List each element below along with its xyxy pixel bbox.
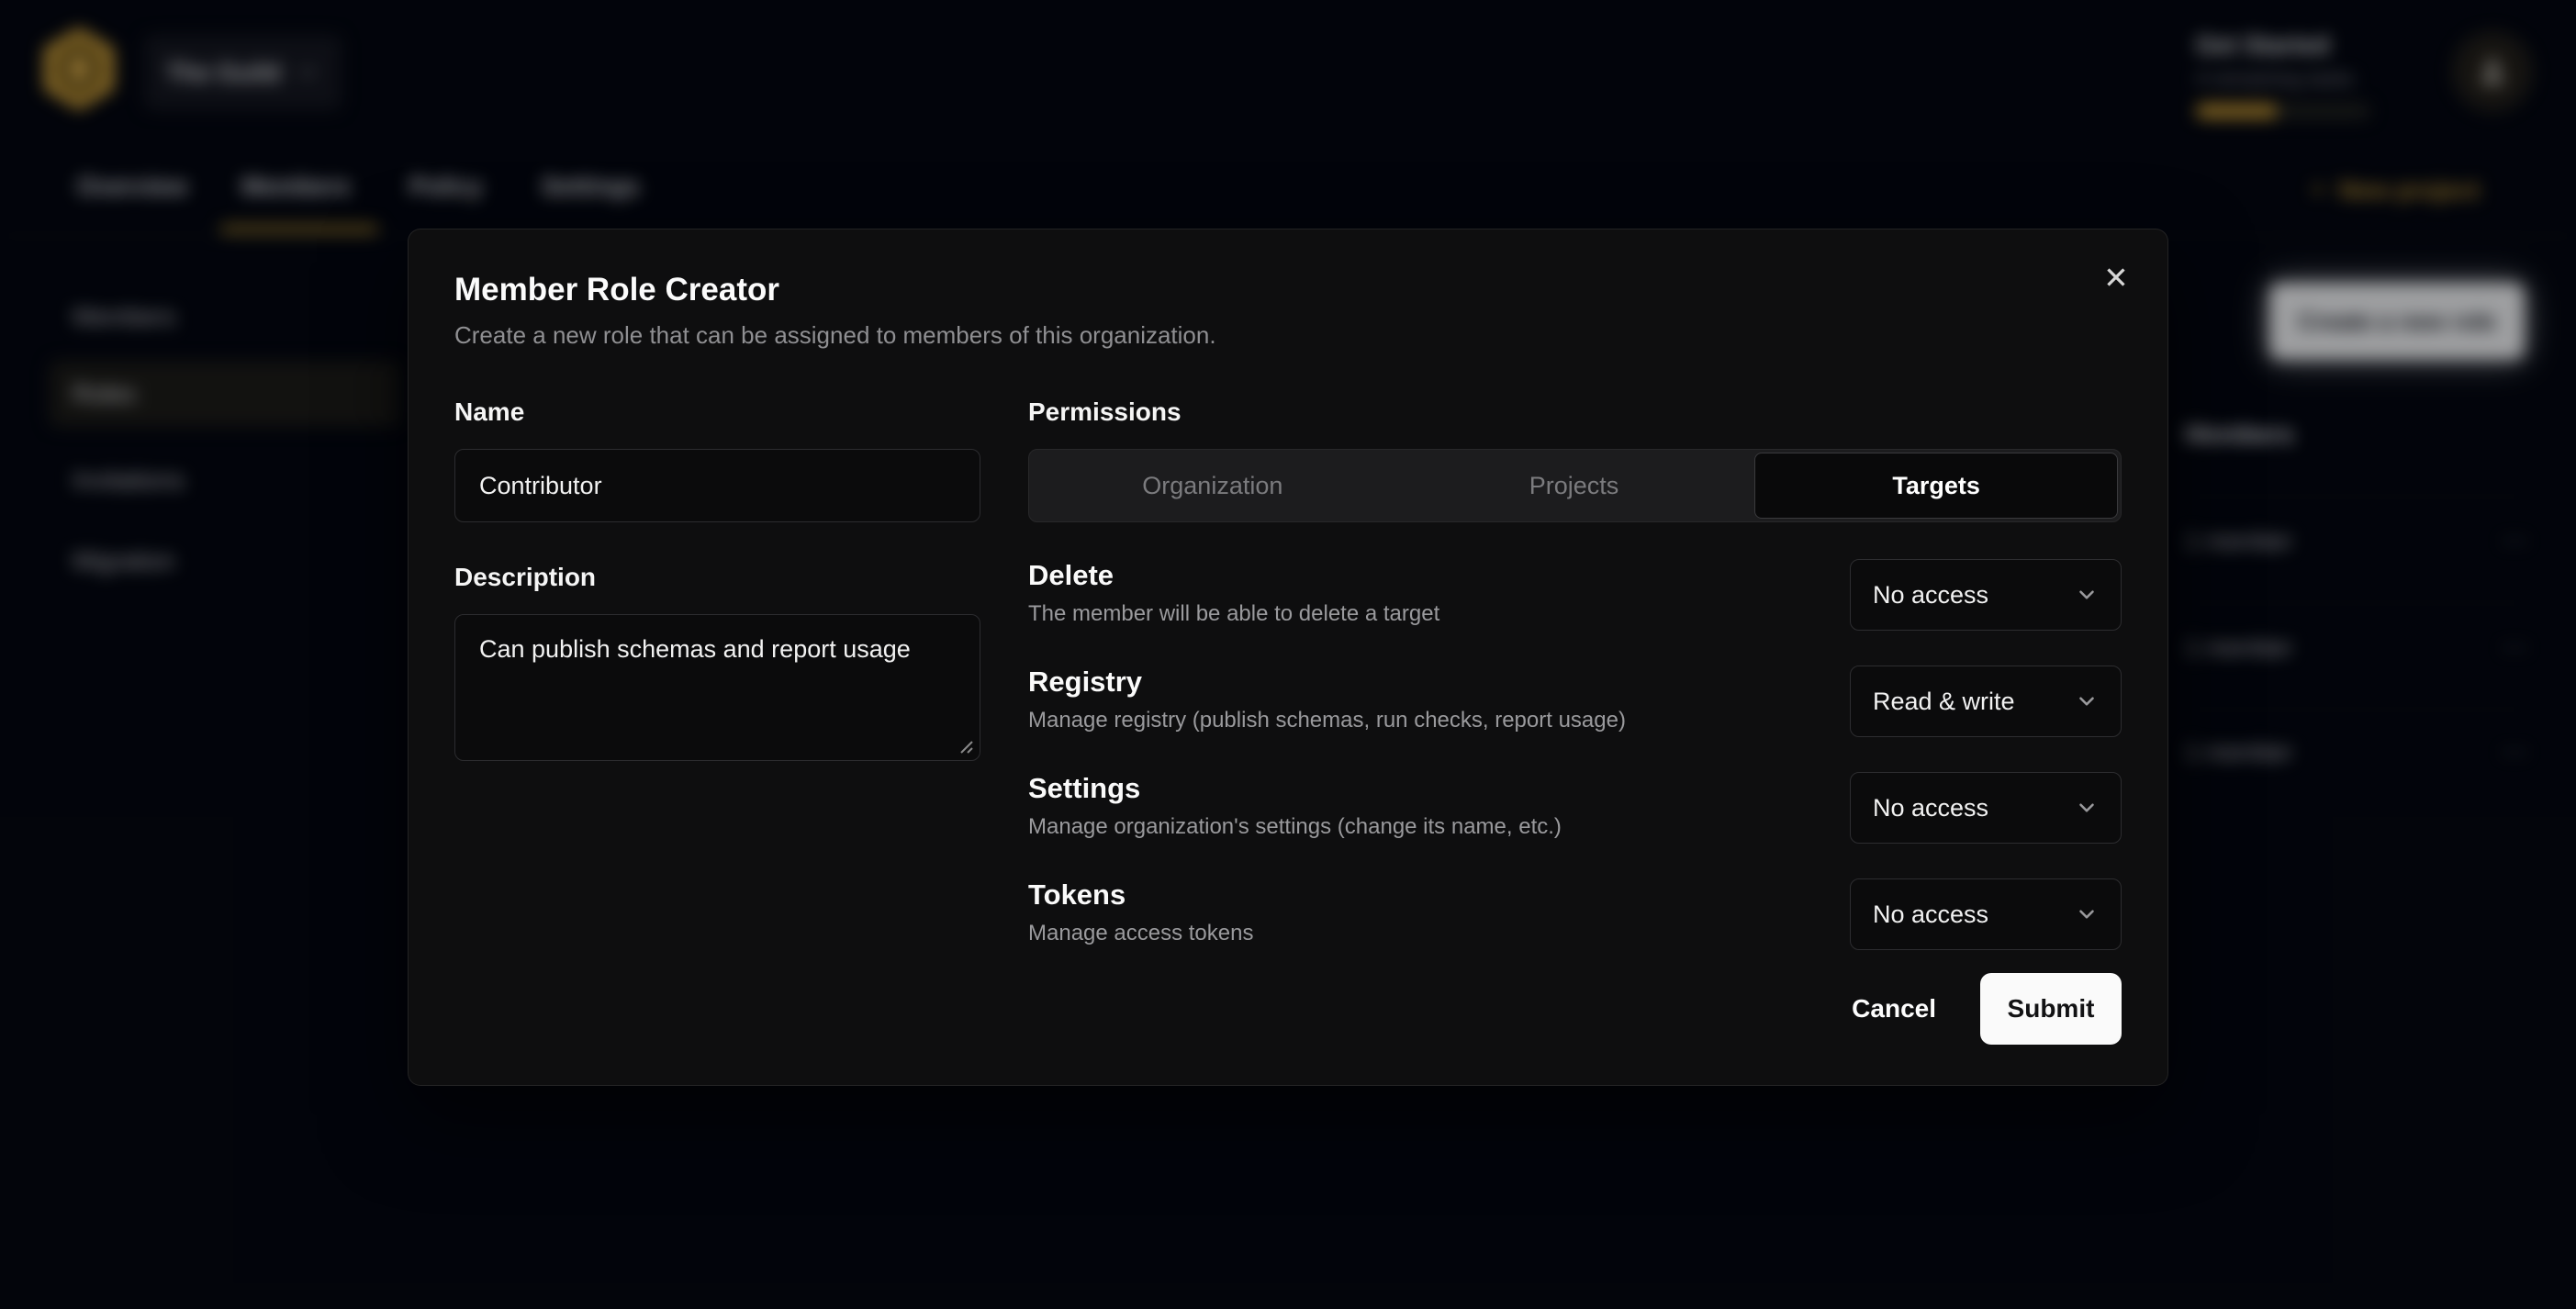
tab-projects[interactable]: Projects: [1394, 453, 1755, 519]
chevron-down-icon: [2075, 902, 2099, 926]
member-role-creator-dialog: Member Role Creator Create a new role th…: [408, 229, 2168, 1086]
name-label: Name: [454, 397, 980, 427]
permission-row-tokens: Tokens Manage access tokens No access: [1028, 878, 2122, 950]
permission-description: The member will be able to delete a targ…: [1028, 601, 1439, 627]
settings-access-select[interactable]: No access: [1850, 772, 2122, 844]
select-value: Read & write: [1873, 688, 2015, 716]
chevron-down-icon: [2075, 583, 2099, 607]
permission-row-settings: Settings Manage organization's settings …: [1028, 772, 2122, 844]
select-value: No access: [1873, 901, 1988, 929]
description-textarea[interactable]: Can publish schemas and report usage: [454, 614, 980, 761]
permission-title: Delete: [1028, 559, 1439, 592]
select-value: No access: [1873, 581, 1988, 610]
tab-targets[interactable]: Targets: [1754, 453, 2118, 519]
permission-description: Manage access tokens: [1028, 921, 1253, 946]
submit-button[interactable]: Submit: [1980, 973, 2122, 1045]
permission-title: Settings: [1028, 772, 1562, 805]
tokens-access-select[interactable]: No access: [1850, 878, 2122, 950]
permission-row-delete: Delete The member will be able to delete…: [1028, 559, 2122, 631]
select-value: No access: [1873, 794, 1988, 822]
permission-row-registry: Registry Manage registry (publish schema…: [1028, 666, 2122, 737]
permission-title: Tokens: [1028, 878, 1253, 912]
app-screen: The Guild Get Started 4 remaining tasks …: [0, 0, 2576, 1309]
cancel-button[interactable]: Cancel: [1852, 994, 1936, 1024]
close-icon[interactable]: ✕: [2096, 257, 2136, 297]
chevron-down-icon: [2075, 796, 2099, 820]
dialog-subtitle: Create a new role that can be assigned t…: [454, 321, 2122, 350]
description-value: Can publish schemas and report usage: [479, 635, 911, 663]
delete-access-select[interactable]: No access: [1850, 559, 2122, 631]
name-input[interactable]: Contributor: [454, 449, 980, 522]
dialog-title: Member Role Creator: [454, 272, 2122, 308]
permissions-label: Permissions: [1028, 397, 2122, 427]
description-label: Description: [454, 563, 980, 592]
chevron-down-icon: [2075, 689, 2099, 713]
permissions-tablist: Organization Projects Targets: [1028, 449, 2122, 522]
resize-handle-icon[interactable]: [954, 734, 974, 755]
permission-description: Manage organization's settings (change i…: [1028, 814, 1562, 840]
permission-description: Manage registry (publish schemas, run ch…: [1028, 708, 1626, 733]
permission-title: Registry: [1028, 666, 1626, 699]
tab-organization[interactable]: Organization: [1032, 453, 1394, 519]
registry-access-select[interactable]: Read & write: [1850, 666, 2122, 737]
name-input-value: Contributor: [479, 472, 602, 500]
